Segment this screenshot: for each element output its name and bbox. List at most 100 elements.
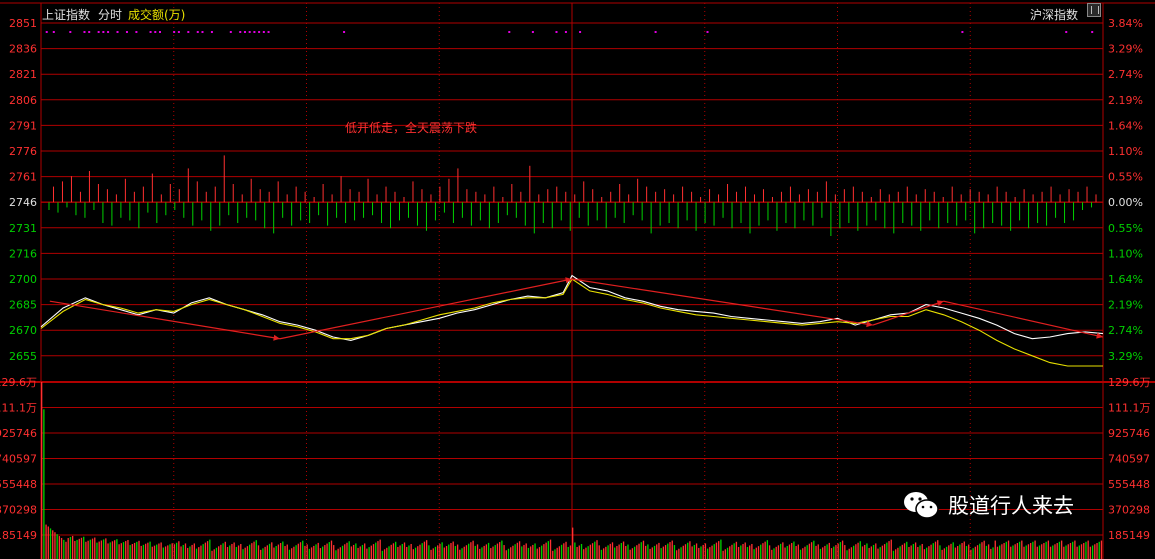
- volume-bar: [547, 541, 549, 559]
- signal-marker: [45, 31, 48, 33]
- volume-bar: [479, 548, 481, 559]
- bias-bar: [825, 181, 827, 203]
- volume-bar: [184, 543, 187, 559]
- volume-bar: [430, 549, 432, 559]
- volume-bar: [702, 544, 704, 559]
- volume-bar: [96, 542, 98, 559]
- volume-bar: [255, 540, 257, 559]
- bias-bar: [479, 202, 481, 221]
- volume-bar: [580, 543, 583, 559]
- volume-tick-right: 370298: [1108, 504, 1150, 517]
- volume-bar: [231, 543, 233, 559]
- volume-bar: [653, 545, 656, 559]
- volume-bar: [596, 540, 598, 559]
- volume-bar: [737, 546, 740, 559]
- bias-bar: [327, 202, 329, 226]
- volume-bar: [625, 546, 627, 559]
- bias-bar: [951, 186, 953, 203]
- volume-bar: [751, 543, 753, 559]
- volume-bar: [892, 550, 895, 559]
- volume-bar: [218, 546, 220, 559]
- volume-bar: [149, 541, 151, 559]
- volume-bar: [824, 545, 826, 559]
- volume-bar: [76, 539, 78, 559]
- volume-bar: [242, 549, 244, 559]
- volume-bar: [344, 544, 346, 559]
- bias-bar: [322, 184, 324, 203]
- bias-bar: [704, 202, 706, 223]
- bias-bar: [183, 202, 185, 218]
- volume-bar: [1089, 546, 1092, 559]
- bias-bar: [969, 189, 971, 203]
- signal-marker: [52, 31, 55, 33]
- volume-bar: [928, 546, 930, 559]
- volume-bar: [326, 543, 328, 559]
- volume-bar: [987, 544, 990, 559]
- volume-bar: [926, 547, 928, 559]
- volume-bar: [722, 550, 724, 559]
- bias-bar: [924, 189, 926, 203]
- period-label[interactable]: 分时: [98, 6, 122, 23]
- panel-toggle-button[interactable]: [1087, 3, 1101, 17]
- volume-bar: [755, 547, 757, 559]
- bias-bar: [1064, 202, 1066, 223]
- bias-bar: [1028, 202, 1030, 229]
- volume-bar: [950, 543, 952, 559]
- volume-bar: [1003, 543, 1005, 559]
- volume-bar: [1007, 540, 1010, 559]
- sub-indicator-label[interactable]: 成交额(万): [128, 6, 185, 23]
- volume-bar: [970, 549, 972, 559]
- volume-bar: [291, 548, 293, 559]
- volume-bar: [930, 544, 932, 559]
- bias-bar: [385, 186, 387, 203]
- bias-bar: [286, 194, 288, 203]
- market-switch-label[interactable]: 沪深指数: [1030, 6, 1078, 23]
- signal-marker: [253, 31, 256, 33]
- bias-bar: [407, 202, 409, 218]
- y-tick-left: 2731: [9, 222, 37, 235]
- bias-bar: [165, 202, 167, 216]
- volume-bar: [1056, 543, 1058, 559]
- volume-bar: [392, 543, 395, 559]
- bias-bar: [902, 202, 904, 223]
- bias-bar: [457, 168, 459, 203]
- bias-bar: [97, 184, 99, 203]
- y-tick-right: 1.64%: [1108, 119, 1143, 132]
- bias-bar: [1041, 191, 1043, 203]
- signal-marker: [654, 31, 657, 33]
- bias-bar: [893, 202, 895, 234]
- bias-bar: [758, 202, 760, 226]
- bias-bar: [129, 202, 131, 221]
- volume-bar: [760, 544, 762, 559]
- volume-bar: [401, 543, 403, 559]
- bias-bar: [736, 191, 738, 203]
- bias-bar: [1068, 189, 1070, 203]
- index-name[interactable]: 上证指数: [42, 6, 90, 23]
- volume-bar: [136, 541, 138, 559]
- bias-bar: [637, 178, 639, 203]
- volume-bar: [364, 543, 366, 559]
- volume-bar: [1069, 543, 1072, 559]
- volume-bar: [777, 545, 780, 559]
- volume-bar: [974, 546, 977, 559]
- volume-bar: [275, 546, 277, 559]
- volume-bar: [757, 546, 760, 559]
- volume-bar: [1023, 546, 1025, 559]
- volume-bar: [406, 546, 408, 559]
- y-tick-right: 3.84%: [1108, 17, 1143, 30]
- bias-bar: [875, 202, 877, 221]
- signal-marker: [229, 31, 232, 33]
- volume-bar: [675, 550, 678, 559]
- volume-bar: [525, 543, 527, 559]
- volume-bar: [574, 542, 576, 559]
- volume-bar: [645, 545, 647, 559]
- volume-bar: [773, 548, 775, 559]
- bias-bar: [475, 191, 477, 203]
- volume-tick-right: 111.1万: [1108, 402, 1151, 415]
- volume-bar: [397, 546, 399, 559]
- bias-bar: [398, 202, 400, 221]
- volume-bar: [616, 546, 618, 559]
- volume-bar: [67, 538, 69, 559]
- volume-bar: [361, 544, 364, 559]
- volume-bar: [463, 546, 465, 559]
